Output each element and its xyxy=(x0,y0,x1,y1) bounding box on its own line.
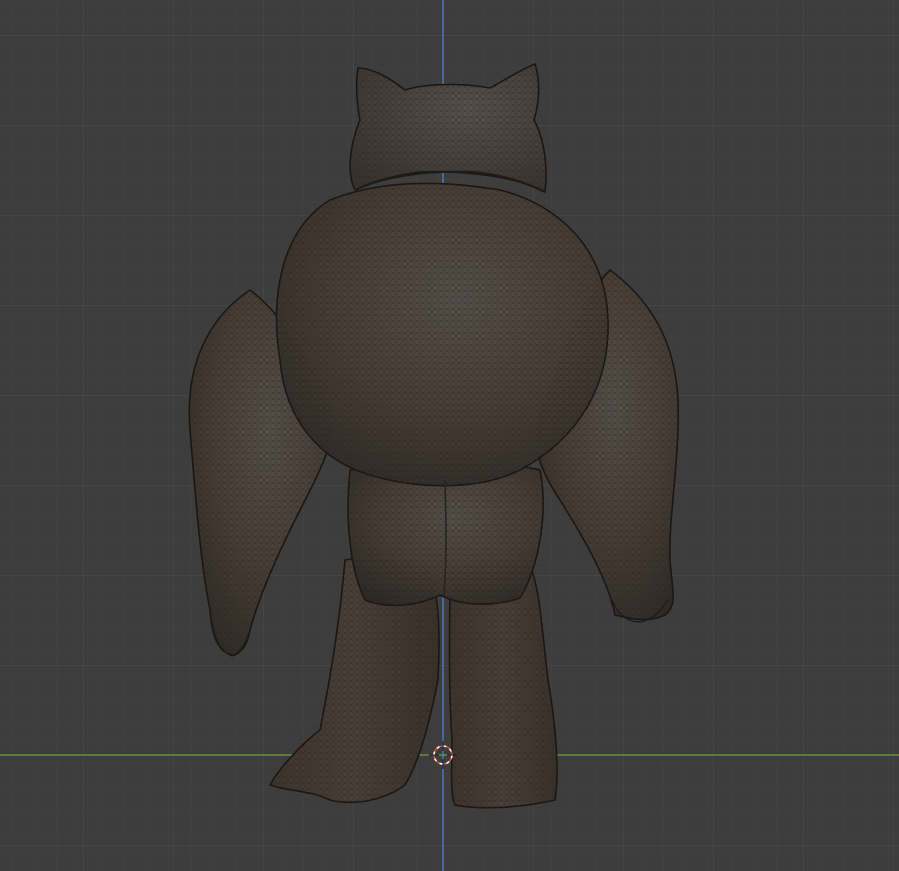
viewport-canvas[interactable] xyxy=(0,0,899,871)
3d-viewport[interactable] xyxy=(0,0,899,871)
